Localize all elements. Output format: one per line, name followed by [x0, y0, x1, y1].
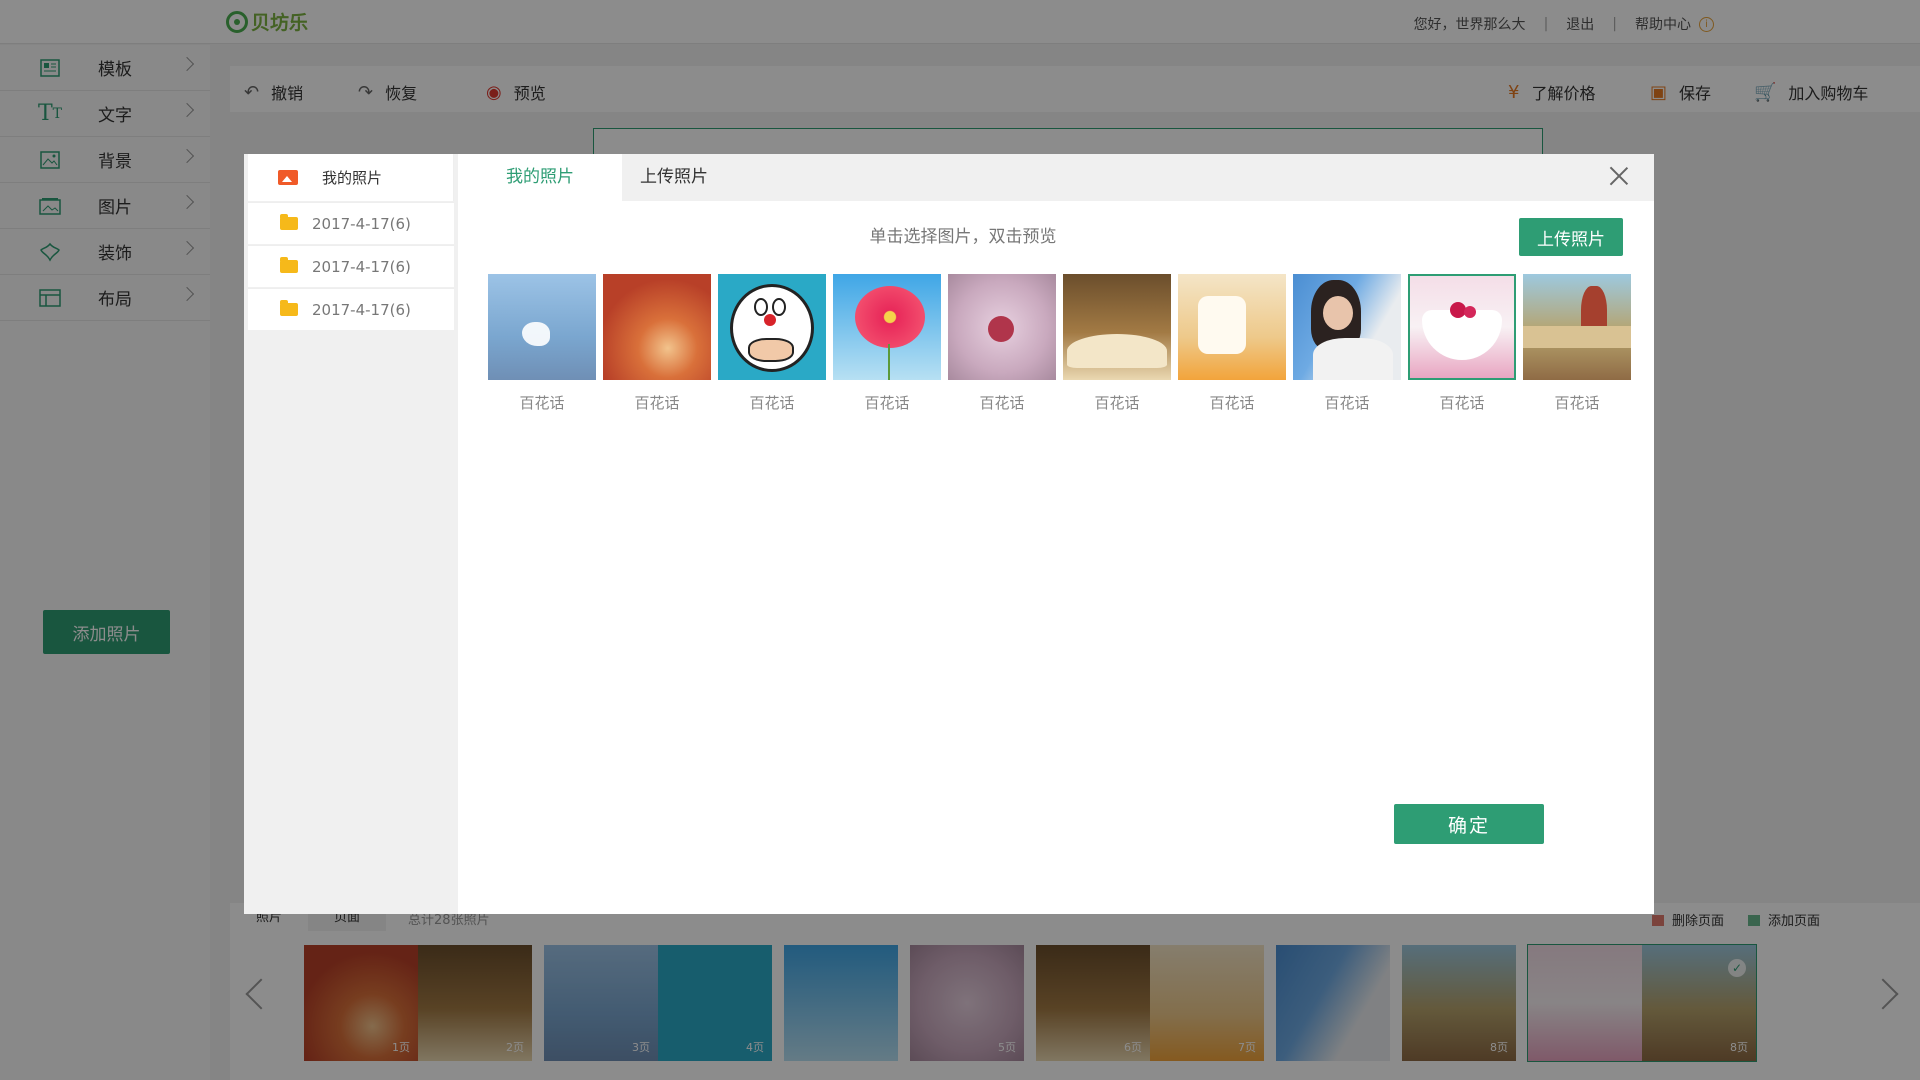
- folder-label: 2017-4-17(6): [312, 214, 411, 233]
- photo-picker-dialog: 我的照片 2017-4-17(6) 2017-4-17(6) 2017-4-17…: [244, 154, 1654, 914]
- confirm-button[interactable]: 确定: [1394, 804, 1544, 844]
- album-folder[interactable]: 2017-4-17(6): [248, 245, 454, 287]
- folder-icon: [280, 257, 298, 273]
- photo-thumbnail[interactable]: [1408, 274, 1516, 380]
- photo-caption: 百花话: [1094, 394, 1140, 412]
- photo-thumbnail[interactable]: [488, 274, 596, 380]
- album-folder[interactable]: 2017-4-17(6): [248, 288, 454, 330]
- photo-thumbnail[interactable]: [603, 274, 711, 380]
- folder-icon: [280, 214, 298, 230]
- my-photos-header[interactable]: 我的照片: [248, 154, 454, 201]
- photo-item[interactable]: 百花话: [833, 274, 941, 413]
- photo-item[interactable]: 百花话: [1523, 274, 1631, 413]
- my-photos-title: 我的照片: [322, 169, 383, 187]
- dialog-tabs: 我的照片 上传照片: [458, 154, 1654, 201]
- photo-caption: 百花话: [1554, 394, 1600, 412]
- folder-icon: [280, 300, 298, 316]
- selection-hint: 单击选择图片，双击预览: [869, 227, 1057, 247]
- photo-item-selected[interactable]: 百花话: [1408, 274, 1516, 413]
- close-icon[interactable]: [1606, 164, 1632, 190]
- album-sidebar: 我的照片 2017-4-17(6) 2017-4-17(6) 2017-4-17…: [244, 154, 458, 914]
- photo-item[interactable]: 百花话: [488, 274, 596, 413]
- photo-caption: 百花话: [634, 394, 680, 412]
- album-folder[interactable]: 2017-4-17(6): [248, 202, 454, 244]
- folder-label: 2017-4-17(6): [312, 300, 411, 319]
- photo-thumbnail[interactable]: [1523, 274, 1631, 380]
- folder-label: 2017-4-17(6): [312, 257, 411, 276]
- photo-caption: 百花话: [1324, 394, 1370, 412]
- photo-thumbnail[interactable]: [1178, 274, 1286, 380]
- photo-item[interactable]: 百花话: [1293, 274, 1401, 413]
- photo-caption: 百花话: [1439, 394, 1485, 412]
- photo-thumbnail[interactable]: [833, 274, 941, 380]
- photo-item[interactable]: 百花话: [1063, 274, 1171, 413]
- photo-icon: [278, 170, 298, 185]
- tab-upload-photos[interactable]: 上传照片: [622, 154, 726, 201]
- photo-thumbnail[interactable]: [1293, 274, 1401, 380]
- photo-item[interactable]: 百花话: [718, 274, 826, 413]
- upload-photo-button[interactable]: 上传照片: [1519, 218, 1623, 256]
- photo-caption: 百花话: [1209, 394, 1255, 412]
- photo-item[interactable]: 百花话: [603, 274, 711, 413]
- photo-thumbnail[interactable]: [718, 274, 826, 380]
- photo-thumbnail[interactable]: [948, 274, 1056, 380]
- photo-caption: 百花话: [519, 394, 565, 412]
- photo-item[interactable]: 百花话: [948, 274, 1056, 413]
- photo-caption: 百花话: [979, 394, 1025, 412]
- photo-grid: 百花话 百花话 百花话 百花话 百花话 百花话 百花话 百花话 百花话 百花话: [488, 274, 1631, 413]
- photo-caption: 百花话: [864, 394, 910, 412]
- photo-item[interactable]: 百花话: [1178, 274, 1286, 413]
- photo-thumbnail[interactable]: [1063, 274, 1171, 380]
- tab-my-photos[interactable]: 我的照片: [458, 154, 622, 201]
- photo-caption: 百花话: [749, 394, 795, 412]
